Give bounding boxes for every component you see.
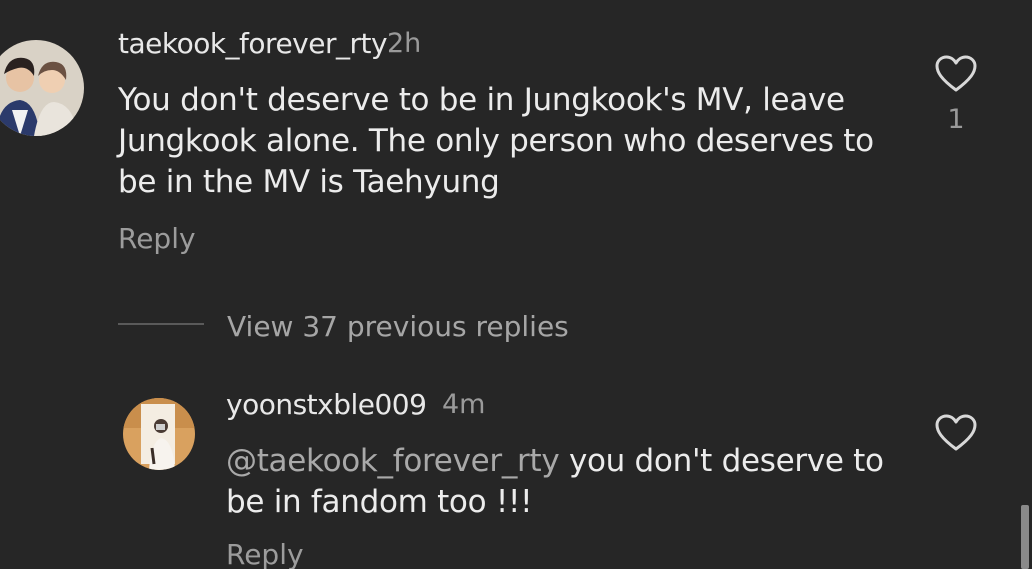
commenter-avatar[interactable] — [0, 40, 84, 136]
commenter-username[interactable]: taekook_forever_rty — [118, 27, 388, 60]
reply-like-heart-icon[interactable] — [935, 414, 977, 452]
scrollbar[interactable] — [1021, 505, 1029, 569]
comments-thread: taekook_forever_rty 2h You don't deserve… — [0, 0, 1032, 569]
replier-username[interactable]: yoonstxble009 — [226, 388, 427, 421]
comment-like-count: 1 — [947, 104, 965, 135]
reply-reply-button[interactable]: Reply — [226, 538, 304, 569]
replies-divider — [118, 323, 204, 325]
comment-like-heart-icon[interactable] — [935, 55, 977, 93]
comment-text: You don't deserve to be in Jungkook's MV… — [118, 82, 874, 200]
view-previous-replies-button[interactable]: View 37 previous replies — [227, 310, 569, 343]
replier-avatar[interactable] — [123, 398, 195, 470]
comment-reply-button[interactable]: Reply — [118, 222, 196, 255]
comment-timestamp: 2h — [387, 28, 422, 59]
reply-timestamp: 4m — [442, 389, 486, 420]
reply-mention-link[interactable]: @taekook_forever_rty — [226, 443, 560, 479]
reply-text: @taekook_forever_rty you don't deserve t… — [226, 441, 916, 523]
